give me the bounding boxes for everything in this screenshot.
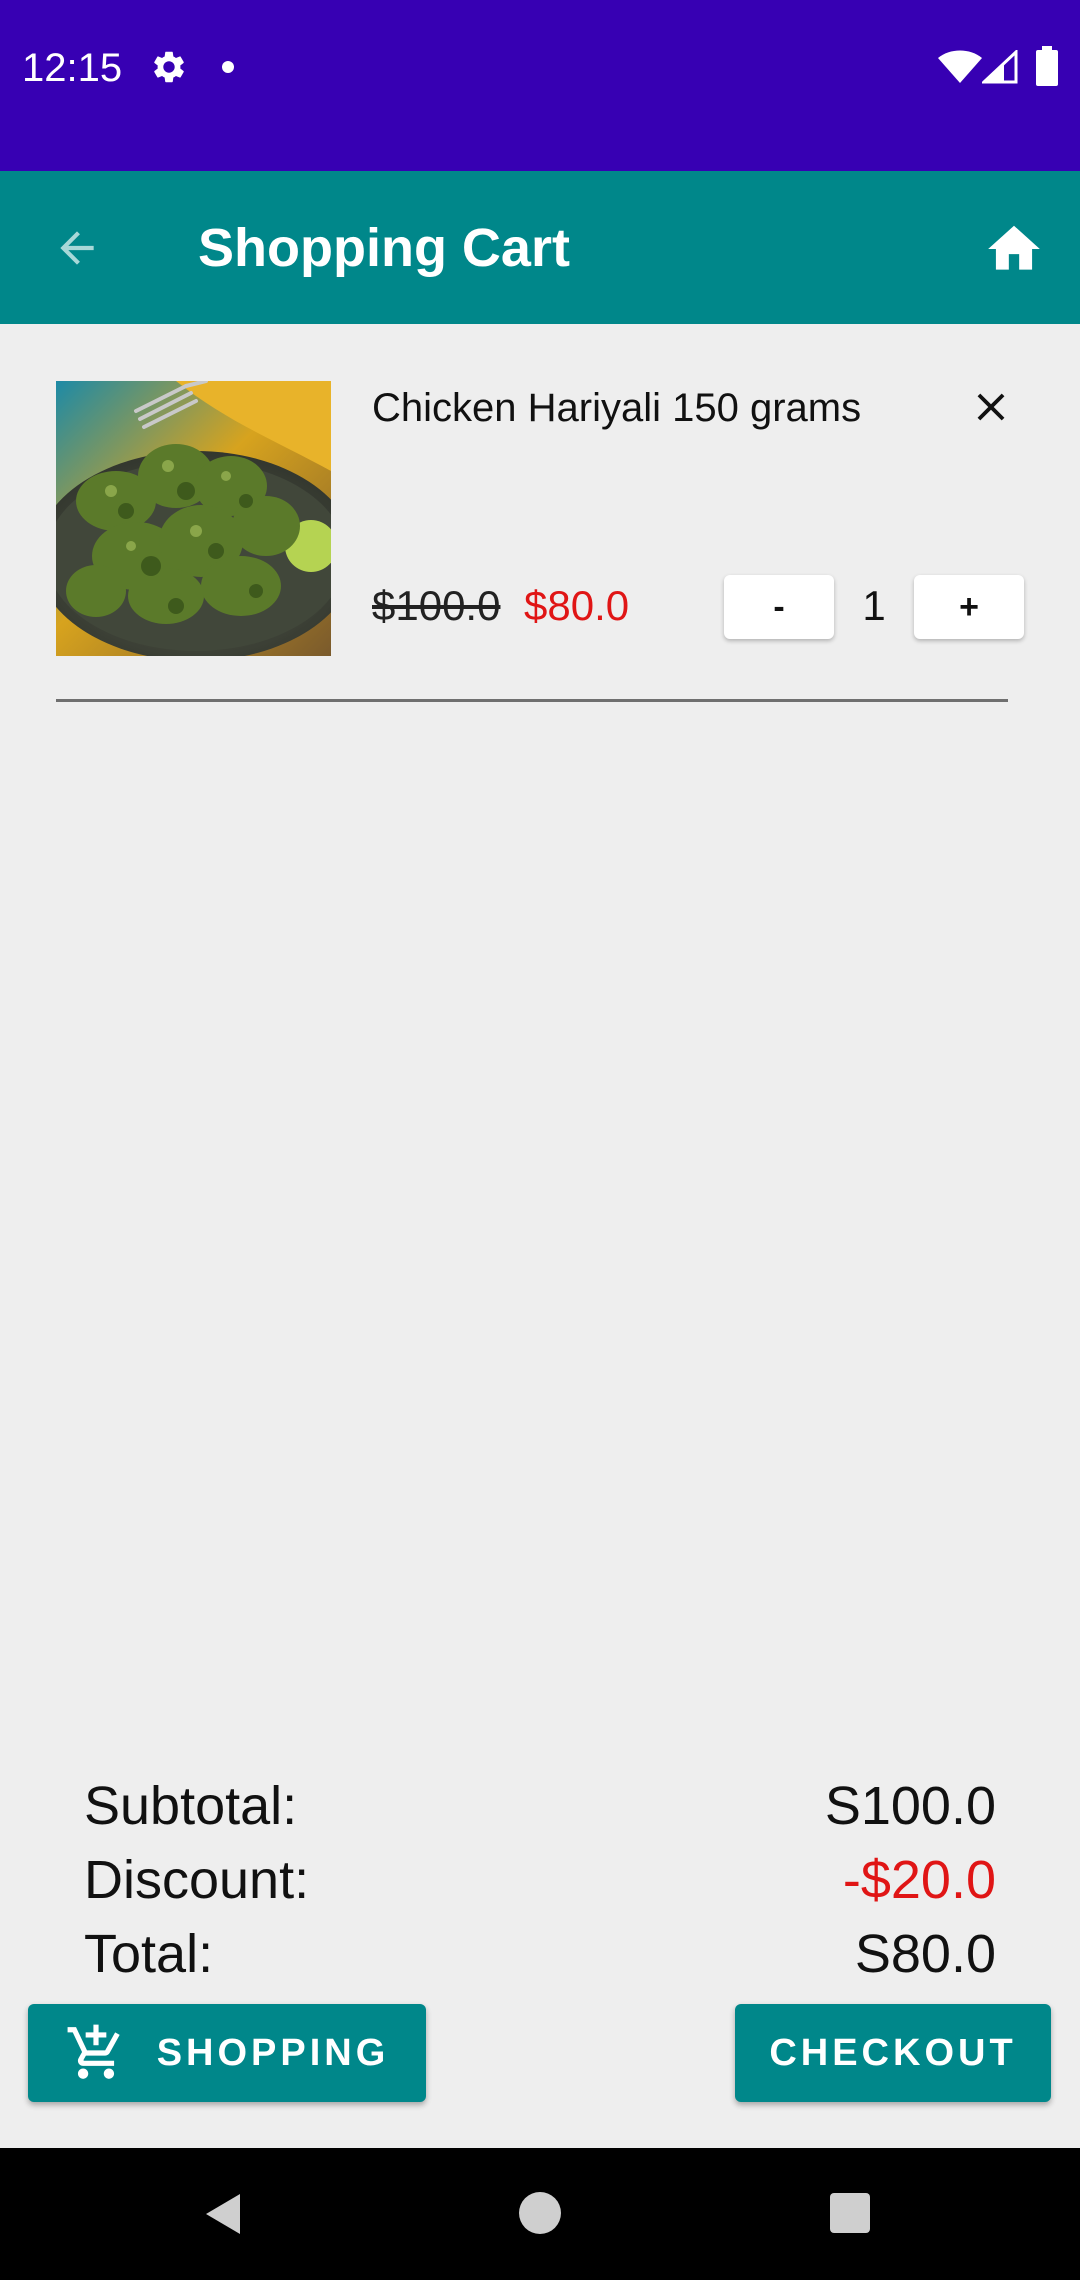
total-label: Total: <box>84 1924 214 1984</box>
increase-quantity-button[interactable]: + <box>914 575 1024 639</box>
notification-dot-icon <box>222 61 234 73</box>
battery-icon <box>1036 46 1058 86</box>
nav-home-icon[interactable] <box>519 2192 561 2234</box>
quantity-value: 1 <box>862 582 886 629</box>
shopping-button[interactable]: SHOPPING <box>28 2004 426 2102</box>
status-bar: 12:15 <box>0 0 1080 171</box>
arrow-back-icon <box>60 231 94 265</box>
wifi-icon <box>938 50 982 83</box>
product-image <box>56 381 331 656</box>
shopping-button-label: SHOPPING <box>156 2031 390 2074</box>
nav-back-icon[interactable] <box>200 2190 248 2238</box>
discount-value: -$20.0 <box>842 1850 996 1910</box>
nav-recents-icon[interactable] <box>830 2193 870 2233</box>
discount-row: Discount: -$20.0 <box>84 1846 996 1920</box>
subtotal-value: S100.0 <box>824 1776 996 1836</box>
app-bar: Shopping Cart <box>0 171 1080 324</box>
discounted-price: $80.0 <box>524 582 630 629</box>
back-button[interactable] <box>40 211 114 285</box>
subtotal-row: Subtotal: S100.0 <box>84 1772 996 1846</box>
total-row: Total: S80.0 <box>84 1920 996 1994</box>
signal-icon <box>982 50 1018 84</box>
home-icon <box>988 225 1040 270</box>
home-button[interactable] <box>978 213 1050 285</box>
gear-icon <box>154 51 184 83</box>
remove-item-button[interactable] <box>960 376 1022 438</box>
checkout-button[interactable]: CHECKOUT <box>735 2004 1051 2102</box>
discount-label: Discount: <box>84 1850 310 1910</box>
item-name: Chicken Hariyali 150 grams <box>372 386 862 430</box>
page-title: Shopping Cart <box>198 218 570 278</box>
add-to-cart-icon <box>67 2024 120 2079</box>
status-time: 12:15 <box>22 46 123 90</box>
total-value: S80.0 <box>854 1924 996 1984</box>
subtotal-label: Subtotal: <box>84 1776 298 1836</box>
decrease-quantity-button[interactable]: - <box>724 575 834 639</box>
original-price: $100.0 <box>372 582 501 629</box>
order-summary: Subtotal: S100.0 Discount: -$20.0 Total:… <box>84 1772 996 1994</box>
item-divider <box>56 699 1008 702</box>
system-nav-bar <box>0 2148 1080 2280</box>
checkout-button-label: CHECKOUT <box>769 2031 1017 2074</box>
close-icon <box>977 393 1005 421</box>
cart-item: Chicken Hariyali 150 grams $100.0 $80.0 … <box>0 324 1080 704</box>
